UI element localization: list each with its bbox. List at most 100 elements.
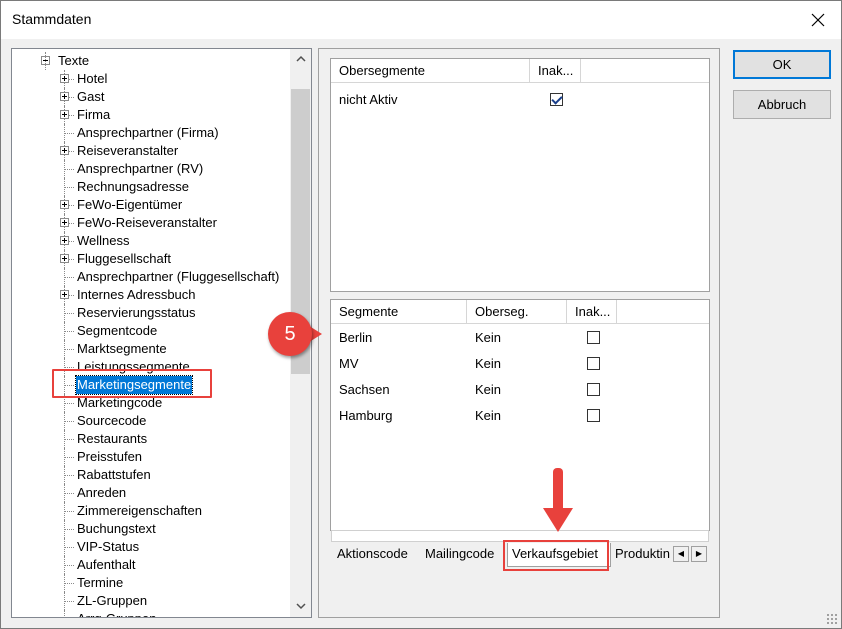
- tree-item-label: Anreden: [77, 485, 127, 500]
- tree-item[interactable]: Reservierungsstatus: [12, 304, 290, 322]
- close-icon: [811, 13, 825, 27]
- tree-connector: [64, 457, 74, 458]
- table-row[interactable]: Sachsen Kein: [331, 377, 709, 403]
- tree-item[interactable]: FeWo-Eigentümer: [12, 196, 290, 214]
- tree-connector: [64, 493, 74, 494]
- tree-item[interactable]: Ansprechpartner (Fluggesellschaft): [12, 268, 290, 286]
- tree-connector: [64, 367, 74, 368]
- tree-item[interactable]: Marktsegmente: [12, 340, 290, 358]
- tree-item[interactable]: Arrg-Gruppen: [12, 610, 290, 617]
- expand-icon[interactable]: [60, 200, 69, 209]
- tree-item[interactable]: Gast: [12, 88, 290, 106]
- tree-list: Texte Hotel Gast Firma Ansprechpartner (Fir…: [12, 52, 290, 617]
- tree-item[interactable]: Firma: [12, 106, 290, 124]
- tree-connector: [64, 565, 74, 566]
- tree-item[interactable]: Aufenthalt: [12, 556, 290, 574]
- tree-connector: [64, 583, 74, 584]
- expand-icon[interactable]: [60, 74, 69, 83]
- tree-item-label: Segmentcode: [77, 323, 158, 338]
- close-button[interactable]: [795, 1, 841, 39]
- tab-produktin[interactable]: Produktin: [611, 543, 671, 567]
- category-tree[interactable]: Texte Hotel Gast Firma Ansprechpartner (Fir…: [11, 48, 312, 618]
- inaktiv-checkbox[interactable]: [587, 409, 600, 422]
- inaktiv-checkbox[interactable]: [550, 93, 563, 106]
- tree-item[interactable]: Rechnungsadresse: [12, 178, 290, 196]
- tree-connector: [64, 331, 74, 332]
- obersegmente-grid[interactable]: Obersegmente Inak... nicht Aktiv: [330, 58, 710, 292]
- column-header-inaktiv[interactable]: Inak...: [530, 59, 581, 83]
- tree-item[interactable]: FeWo-Reiseveranstalter: [12, 214, 290, 232]
- expand-icon[interactable]: [60, 290, 69, 299]
- tree-item[interactable]: Ansprechpartner (RV): [12, 160, 290, 178]
- expand-icon[interactable]: [60, 110, 69, 119]
- column-header-segmente[interactable]: Segmente: [331, 300, 467, 324]
- inaktiv-checkbox[interactable]: [587, 357, 600, 370]
- tree-item-label: Wellness: [77, 233, 130, 248]
- expand-icon[interactable]: [60, 236, 69, 245]
- tree-connector: [64, 133, 74, 134]
- tree-item[interactable]: Hotel: [12, 70, 290, 88]
- expand-icon[interactable]: [60, 146, 69, 155]
- tree-root-label: Texte: [58, 53, 90, 68]
- tab-mailingcode[interactable]: Mailingcode: [421, 543, 498, 567]
- column-header-inaktiv[interactable]: Inak...: [567, 300, 617, 324]
- cancel-button[interactable]: Abbruch: [733, 90, 831, 119]
- tree-item[interactable]: VIP-Status: [12, 538, 290, 556]
- tree-item[interactable]: Zimmereigenschaften: [12, 502, 290, 520]
- segment-name: Sachsen: [339, 382, 390, 397]
- table-row[interactable]: Hamburg Kein: [331, 403, 709, 429]
- tree-item[interactable]: Segmentcode: [12, 322, 290, 340]
- column-header-oberseg[interactable]: Oberseg.: [467, 300, 567, 324]
- tree-item-label: Marktsegmente: [77, 341, 167, 356]
- tree-item-label: Termine: [77, 575, 124, 590]
- tree-item[interactable]: Termine: [12, 574, 290, 592]
- tree-root-item[interactable]: Texte: [12, 52, 290, 70]
- tree-item[interactable]: Rabattstufen: [12, 466, 290, 484]
- tree-connector: [64, 547, 74, 548]
- tree-item-label: Ansprechpartner (RV): [77, 161, 204, 176]
- table-row[interactable]: Berlin Kein: [331, 325, 709, 351]
- tab-highlight-box: [503, 540, 609, 571]
- tree-item[interactable]: Preisstufen: [12, 448, 290, 466]
- tab-next-icon[interactable]: ▶: [691, 546, 707, 562]
- row-name: nicht Aktiv: [339, 92, 398, 107]
- inaktiv-checkbox[interactable]: [587, 331, 600, 344]
- tree-item[interactable]: Reiseveranstalter: [12, 142, 290, 160]
- column-header-obersegmente[interactable]: Obersegmente: [331, 59, 530, 83]
- tree-item-label: VIP-Status: [77, 539, 140, 554]
- tree-item[interactable]: Restaurants: [12, 430, 290, 448]
- scroll-up-icon[interactable]: [290, 51, 311, 68]
- scroll-down-icon[interactable]: [290, 599, 311, 616]
- table-row[interactable]: MV Kein: [331, 351, 709, 377]
- tree-item[interactable]: Internes Adressbuch: [12, 286, 290, 304]
- ok-button[interactable]: OK: [733, 50, 831, 79]
- segmente-header: Segmente Oberseg. Inak...: [331, 300, 709, 324]
- expand-icon[interactable]: [60, 218, 69, 227]
- table-row[interactable]: nicht Aktiv: [331, 87, 709, 113]
- tree-connector: [64, 610, 65, 617]
- tree-connector: [45, 52, 46, 70]
- tree-connector: [64, 529, 74, 530]
- inaktiv-checkbox[interactable]: [587, 383, 600, 396]
- tree-item[interactable]: Anreden: [12, 484, 290, 502]
- tree-item[interactable]: Sourcecode: [12, 412, 290, 430]
- tab-prev-icon[interactable]: ◀: [673, 546, 689, 562]
- tree-item[interactable]: Ansprechpartner (Firma): [12, 124, 290, 142]
- tree-item[interactable]: Wellness: [12, 232, 290, 250]
- tree-item-label: ZL-Gruppen: [77, 593, 148, 608]
- segmente-grid[interactable]: Segmente Oberseg. Inak... Berlin Kein MV Ke…: [330, 299, 710, 531]
- tree-item[interactable]: Buchungstext: [12, 520, 290, 538]
- tree-item-label: Zimmereigenschaften: [77, 503, 202, 518]
- step-marker: 5: [268, 312, 312, 356]
- tab-aktionscode[interactable]: Aktionscode: [333, 543, 412, 567]
- tree-connector: [64, 403, 74, 404]
- resize-grip-icon[interactable]: [826, 613, 838, 625]
- tree-item-label: Sourcecode: [77, 413, 147, 428]
- tree-item[interactable]: ZL-Gruppen: [12, 592, 290, 610]
- expand-icon[interactable]: [60, 92, 69, 101]
- expand-icon[interactable]: [60, 254, 69, 263]
- tree-item-label: Reservierungsstatus: [77, 305, 196, 320]
- tree-item[interactable]: Fluggesellschaft: [12, 250, 290, 268]
- tree-item-label: Reiseveranstalter: [77, 143, 179, 158]
- segment-oberseg: Kein: [475, 356, 502, 371]
